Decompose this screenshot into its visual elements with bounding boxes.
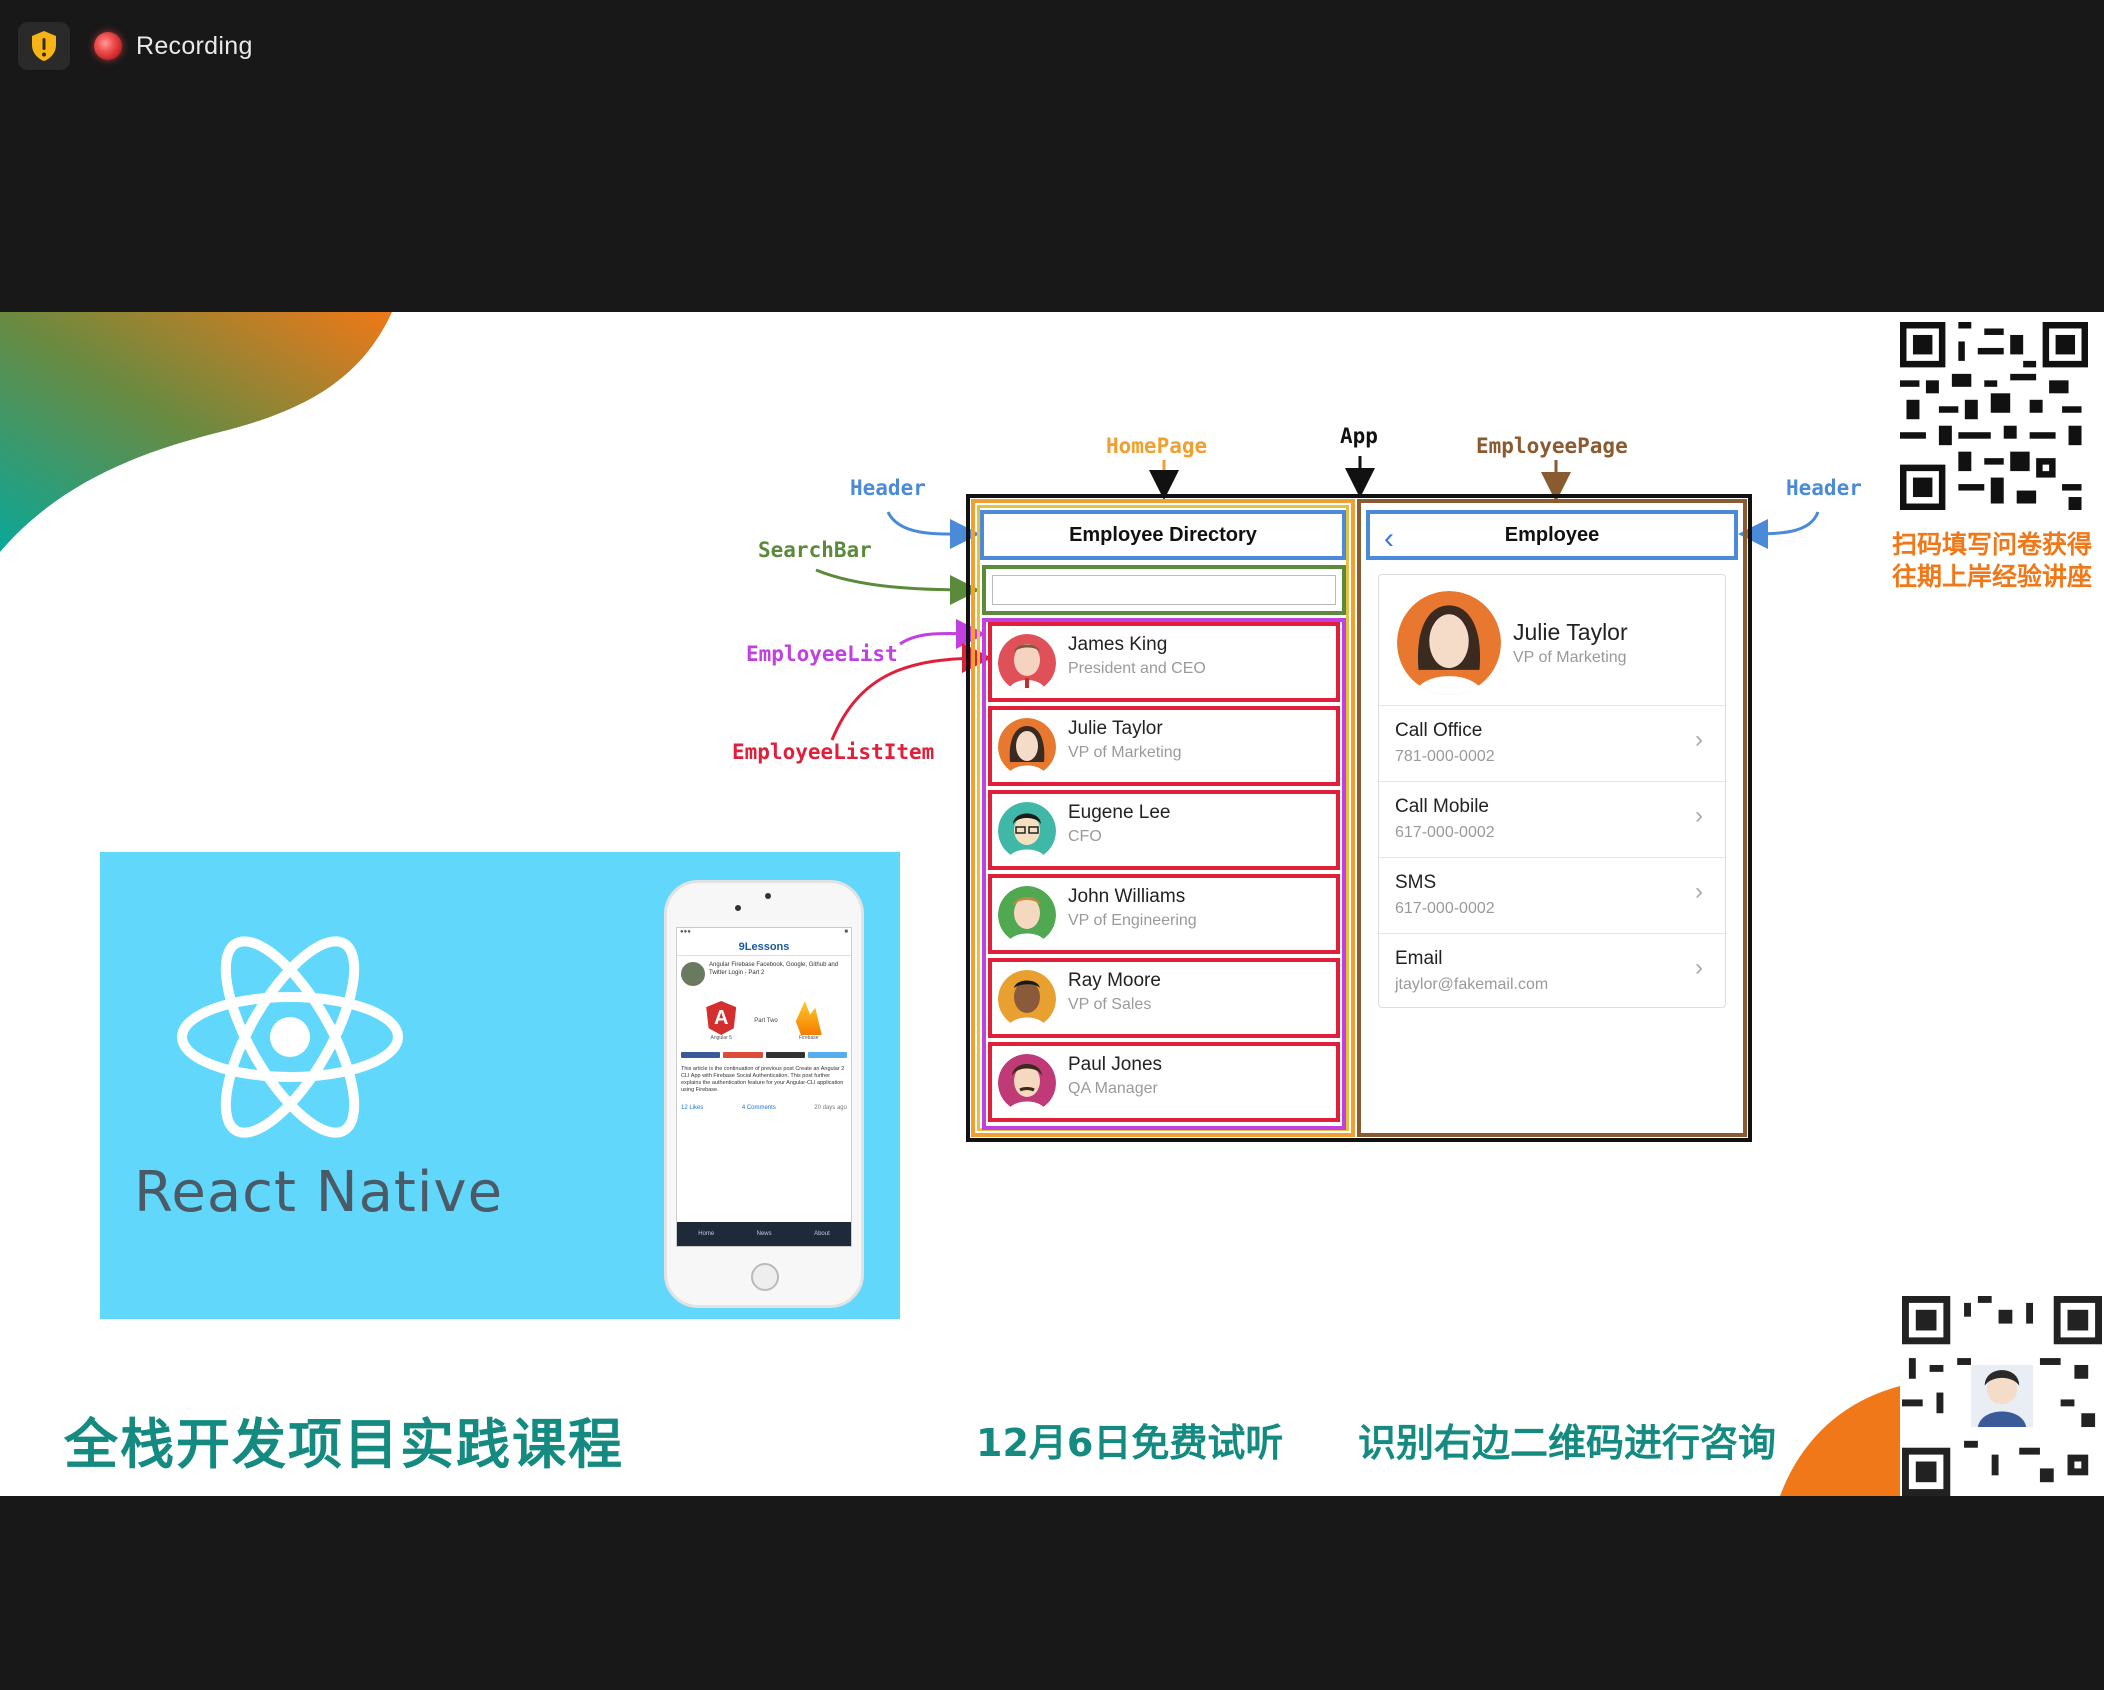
employee-title: CFO <box>1068 828 1102 845</box>
annotation-employeelist: EmployeeList <box>746 642 898 666</box>
qr-caption-line1: 扫码填写问卷获得 <box>1891 531 2092 559</box>
shield-warning-icon[interactable] <box>18 22 70 70</box>
action-label: Email <box>1395 948 1443 969</box>
employee-list-item[interactable]: Paul Jones QA Manager <box>988 1042 1340 1122</box>
action-label: SMS <box>1395 872 1437 893</box>
annotation-header-left: Header <box>850 476 926 500</box>
search-input[interactable] <box>992 575 1336 605</box>
qr-caption: 扫码填写问卷获得 往期上岸经验讲座 <box>1880 530 2104 593</box>
decorative-arc <box>1780 1386 1900 1496</box>
action-value: 617-000-0002 <box>1395 824 1495 841</box>
recording-indicator[interactable]: Recording <box>88 22 259 70</box>
selected-employee-title: VP of Marketing <box>1513 649 1627 666</box>
employee-list-item[interactable]: John Williams VP of Engineering <box>988 874 1340 954</box>
employee-name: Paul Jones <box>1068 1054 1163 1075</box>
action-call-mobile[interactable]: Call Mobile 617-000-0002 › <box>1379 781 1725 857</box>
employee-list-item[interactable]: James King President and CEO <box>988 622 1340 702</box>
home-header: Employee Directory <box>980 510 1346 560</box>
chevron-right-icon: › <box>1695 726 1703 753</box>
selected-employee-name: Julie Taylor <box>1513 619 1628 645</box>
avatar <box>998 718 1056 776</box>
wechat-qr-code-icon <box>1902 1296 2102 1496</box>
action-value: jtaylor@fakemail.com <box>1395 976 1549 993</box>
action-value: 781-000-0002 <box>1395 748 1495 765</box>
annotation-employeelistitem: EmployeeListItem <box>732 740 935 764</box>
chevron-right-icon: › <box>1695 878 1703 905</box>
action-sms[interactable]: SMS 617-000-0002 › <box>1379 857 1725 933</box>
avatar <box>998 802 1056 860</box>
annotation-header-right: Header <box>1786 476 1862 500</box>
action-call-office[interactable]: Call Office 781-000-0002 › <box>1379 705 1725 781</box>
avatar <box>998 634 1056 692</box>
avatar <box>998 886 1056 944</box>
record-dot-icon <box>94 32 122 60</box>
avatar <box>1397 591 1501 695</box>
qr-caption-line2: 往期上岸经验讲座 <box>1891 562 2092 591</box>
annotation-homepage: HomePage <box>1106 434 1208 458</box>
employee-list-item[interactable]: Ray Moore VP of Sales <box>988 958 1340 1038</box>
free-trial-text: 12月6日免费试听 <box>976 1421 1284 1465</box>
employee-detail-card: Julie Taylor VP of Marketing Call Office… <box>1378 574 1726 1008</box>
employee-title: QA Manager <box>1068 1080 1158 1097</box>
annotation-employeepage: EmployeePage <box>1476 434 1628 458</box>
course-title: 全栈开发项目实践课程 <box>64 1413 624 1476</box>
employee-name: James King <box>1068 634 1168 655</box>
chevron-right-icon: › <box>1695 802 1703 829</box>
employee-name: Eugene Lee <box>1068 802 1171 823</box>
employee-title: VP of Sales <box>1068 996 1152 1013</box>
employee-title: VP of Engineering <box>1068 912 1197 929</box>
chevron-right-icon: › <box>1695 954 1703 981</box>
employee-list-item[interactable]: Eugene Lee CFO <box>988 790 1340 870</box>
avatar <box>998 970 1056 1028</box>
employee-title: President and CEO <box>1068 660 1206 677</box>
avatar <box>998 1054 1056 1112</box>
qr-code-icon <box>1900 322 2088 510</box>
recording-label: Recording <box>136 31 253 60</box>
employee-header: ‹ Employee <box>1366 510 1738 560</box>
slide: React Native ●●● ■ 9Lessons Angular Fireb… <box>0 312 2104 1496</box>
employee-header-title: Employee <box>1504 523 1600 546</box>
consult-text: 识别右边二维码进行咨询 <box>1358 1421 1777 1465</box>
action-label: Call Office <box>1395 720 1483 741</box>
employee-list-item[interactable]: Julie Taylor VP of Marketing <box>988 706 1340 786</box>
employee-name: John Williams <box>1068 886 1186 907</box>
back-chevron-icon[interactable]: ‹ <box>1384 522 1394 556</box>
action-label: Call Mobile <box>1395 796 1489 817</box>
search-bar <box>982 565 1346 615</box>
employee-title: VP of Marketing <box>1068 744 1182 761</box>
employee-name: Ray Moore <box>1068 970 1161 991</box>
annotation-app: App <box>1340 424 1378 448</box>
employee-name: Julie Taylor <box>1068 718 1163 739</box>
annotation-searchbar: SearchBar <box>758 538 872 562</box>
action-value: 617-000-0002 <box>1395 900 1495 917</box>
action-email[interactable]: Email jtaylor@fakemail.com › <box>1379 933 1725 1009</box>
